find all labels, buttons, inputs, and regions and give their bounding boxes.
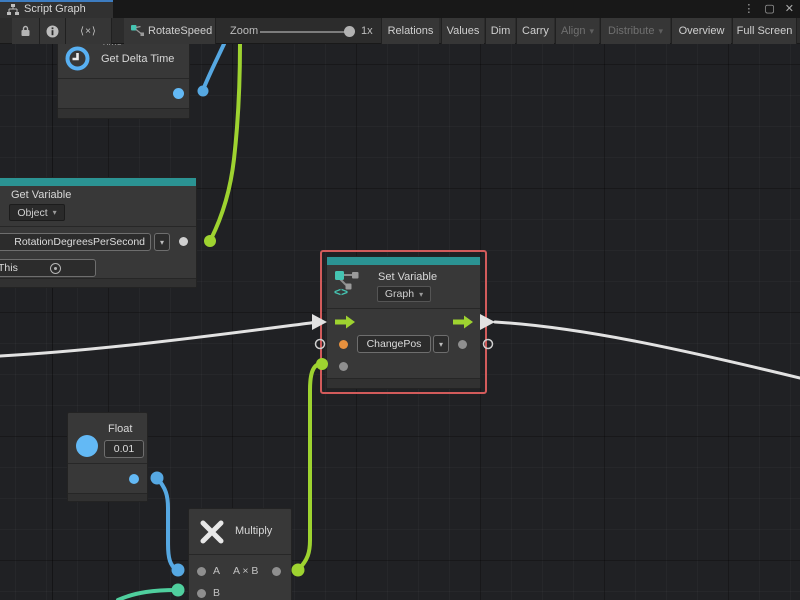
code-view-button[interactable]: ⟨×⟩ — [66, 18, 112, 44]
node-title: Multiply — [235, 525, 272, 537]
delta-time-output-port[interactable] — [173, 88, 184, 99]
node-float[interactable]: Float 0.01 — [67, 412, 148, 502]
chevron-down-icon: ▾ — [658, 26, 663, 37]
float-output-port[interactable] — [129, 474, 139, 484]
zoom-slider-track[interactable] — [260, 31, 352, 33]
wire-delta-time-out[interactable] — [198, 44, 225, 97]
chevron-down-icon: ▾ — [53, 208, 57, 217]
tab-script-graph[interactable]: Script Graph — [0, 0, 113, 18]
float-type-icon — [76, 435, 98, 457]
chevron-down-icon: ▾ — [160, 238, 164, 247]
relations-button[interactable]: Relations — [381, 18, 439, 44]
menu-icon[interactable]: ⋮ — [743, 0, 754, 18]
input-a-label: A — [213, 565, 220, 577]
wire-control-flow-right[interactable] — [480, 314, 800, 378]
object-picker-icon[interactable] — [50, 263, 61, 274]
wire-float-to-multiply-a[interactable] — [151, 472, 185, 577]
zoom-label: Zoom — [230, 18, 258, 44]
graph-icon — [7, 4, 19, 15]
window-controls: ⋮ ▢ ✕ — [743, 0, 794, 18]
selection-outline — [320, 250, 487, 394]
script-machine-icon — [131, 25, 144, 37]
input-a-port[interactable] — [197, 567, 206, 576]
input-b-label: B — [213, 587, 220, 599]
fullscreen-button[interactable]: Full Screen — [732, 18, 797, 44]
graph-toolbar: ⟨×⟩ RotateSpeed Zoom 1x Relations Values… — [0, 18, 800, 44]
values-button[interactable]: Values — [441, 18, 484, 44]
graph-canvas[interactable]: Time Get Delta Time Get Variable Object … — [0, 44, 800, 600]
breadcrumb-label: RotateSpeed — [148, 25, 212, 37]
wire-control-flow-left[interactable] — [0, 314, 327, 356]
distribute-button[interactable]: Distribute ▾ — [600, 18, 670, 44]
focused-tab-highlight — [0, 0, 113, 2]
node-footer — [68, 493, 147, 501]
chevron-down-icon: ▾ — [589, 26, 594, 37]
lock-icon — [20, 25, 31, 37]
node-get-variable[interactable]: Get Variable Object ▾ RotationDegreesPer… — [0, 177, 197, 288]
result-output-port[interactable] — [272, 567, 281, 576]
variable-name-field[interactable]: RotationDegreesPerSecond — [0, 233, 151, 251]
float-value-input[interactable]: 0.01 — [104, 440, 144, 458]
variable-scope-dropdown[interactable]: Object ▾ — [9, 204, 65, 221]
info-icon — [46, 25, 59, 38]
carry-button[interactable]: Carry — [516, 18, 554, 44]
wire-to-multiply-b[interactable] — [118, 584, 185, 600]
angle-brackets-icon: ⟨×⟩ — [80, 26, 97, 37]
node-get-delta-time[interactable]: Time Get Delta Time — [57, 44, 190, 119]
overview-button[interactable]: Overview — [671, 18, 731, 44]
node-title: Get Variable — [11, 189, 71, 201]
variable-node-strip — [0, 178, 196, 186]
info-button[interactable] — [40, 18, 66, 44]
variable-target-field[interactable]: This — [0, 259, 96, 277]
node-category: Time — [101, 44, 122, 48]
tab-bar: Script Graph ⋮ ▢ ✕ — [0, 0, 800, 18]
lock-button[interactable] — [12, 18, 40, 44]
clock-icon — [64, 45, 91, 72]
align-button[interactable]: Align ▾ — [555, 18, 599, 44]
maximize-icon[interactable]: ▢ — [764, 0, 774, 18]
breadcrumb-rotatespeed[interactable]: RotateSpeed — [124, 18, 216, 44]
zoom-slider-handle[interactable] — [344, 26, 355, 37]
node-title: Float — [108, 423, 132, 435]
input-b-port[interactable] — [197, 589, 206, 598]
variable-value-output-port[interactable] — [179, 237, 188, 246]
result-label: A × B — [233, 565, 258, 577]
wire-get-variable-out[interactable] — [204, 44, 240, 247]
zoom-value: 1x — [361, 18, 373, 44]
close-icon[interactable]: ✕ — [785, 0, 794, 18]
node-title: Get Delta Time — [101, 53, 174, 65]
variable-name-dropdown-button[interactable]: ▾ — [154, 233, 170, 251]
node-multiply[interactable]: Multiply A A × B B — [188, 508, 292, 600]
multiply-icon — [197, 517, 227, 547]
node-footer — [0, 278, 196, 287]
node-footer — [58, 108, 189, 118]
tab-title: Script Graph — [24, 3, 86, 15]
dim-button[interactable]: Dim — [485, 18, 515, 44]
unity-script-graph-window: Script Graph ⋮ ▢ ✕ ⟨×⟩ — [0, 0, 800, 600]
